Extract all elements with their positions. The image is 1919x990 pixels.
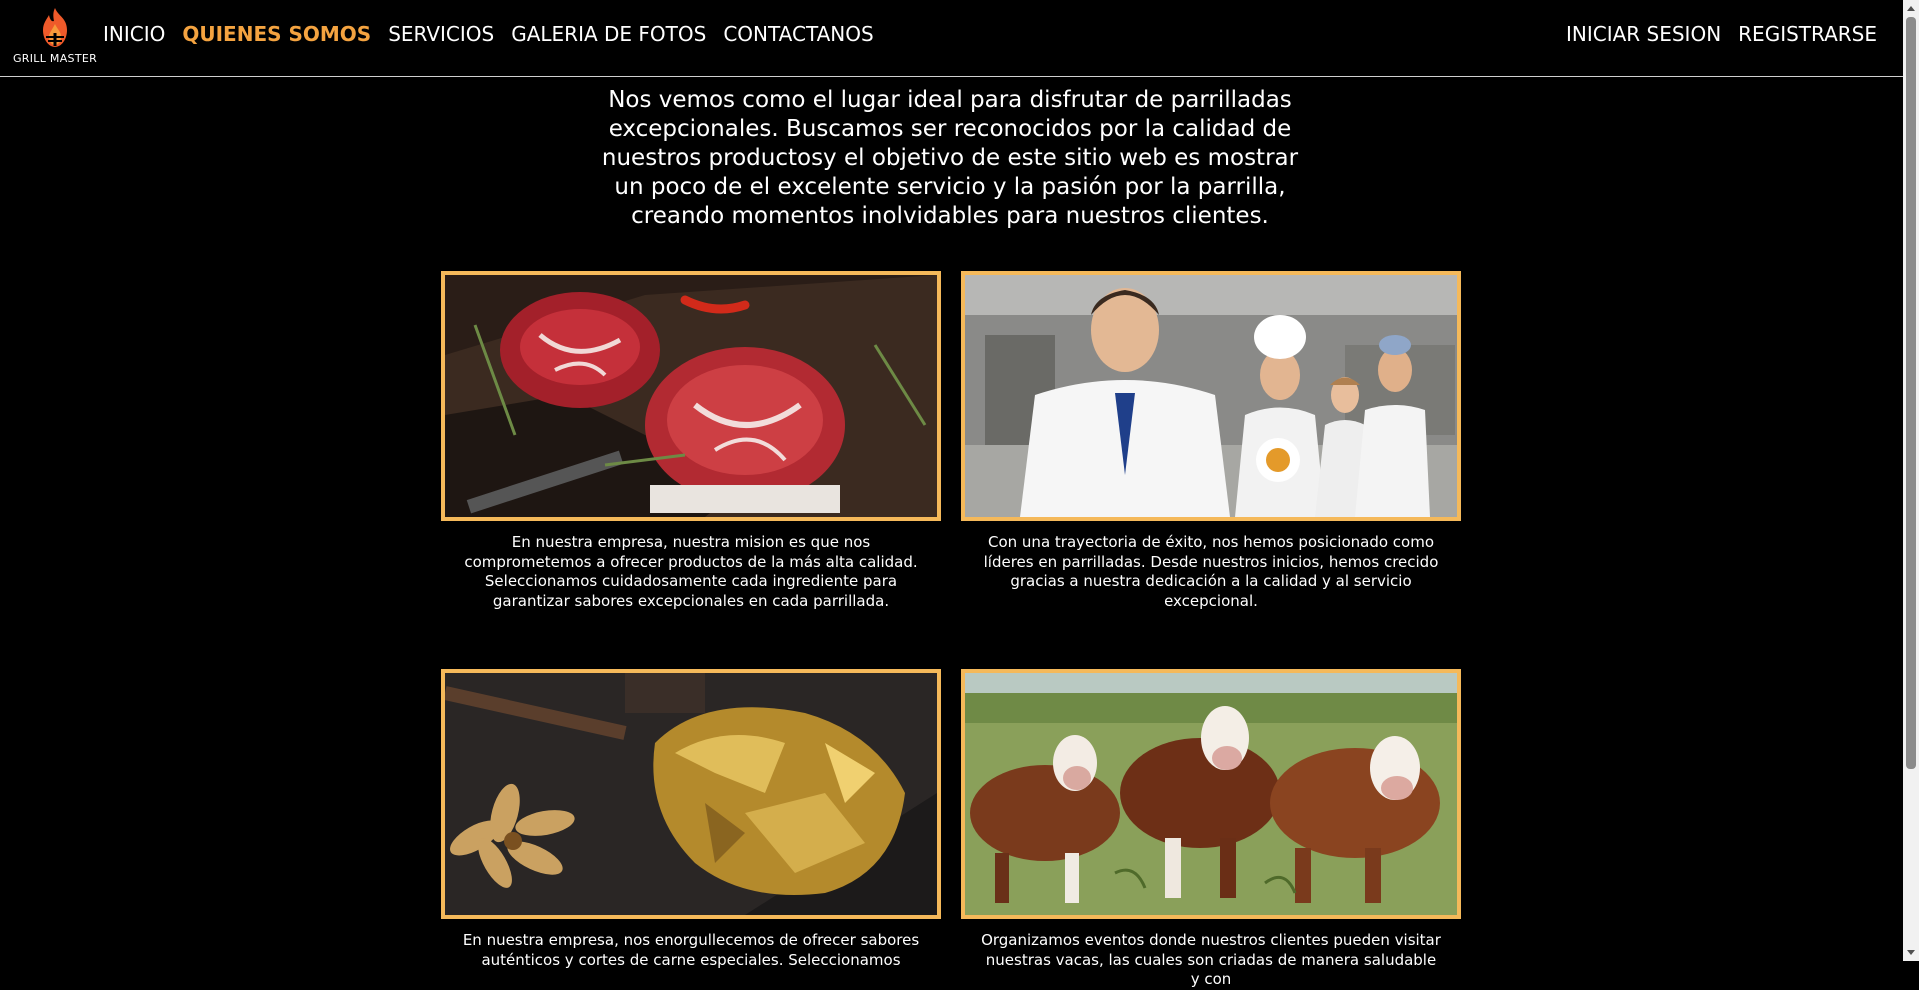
cattle-in-field-image — [965, 673, 1457, 915]
main-nav: INICIO QUIENES SOMOS SERVICIOS GALERIA D… — [103, 22, 874, 46]
card-text: Organizamos eventos donde nuestros clien… — [981, 931, 1441, 988]
nav-link-inicio[interactable]: INICIO — [103, 22, 165, 46]
intro-paragraph: Nos vemos como el lugar ideal para disfr… — [601, 87, 1299, 229]
auth-nav: INICIAR SESION REGISTRARSE — [1566, 22, 1877, 46]
card-text: Con una trayectoria de éxito, nos hemos … — [983, 533, 1439, 610]
card-image-frame — [961, 271, 1461, 521]
card-text: En nuestra empresa, nos enorgullecemos d… — [462, 931, 920, 969]
card-special-cuts: En nuestra empresa, nos enorgullecemos d… — [441, 669, 941, 970]
scroll-thumb[interactable] — [1906, 17, 1916, 769]
card-events: Organizamos eventos donde nuestros clien… — [961, 669, 1461, 990]
logo-text: GRILL MASTER — [12, 52, 98, 65]
card-image-frame — [441, 271, 941, 521]
card-text: En nuestra empresa, nuestra mision es qu… — [464, 533, 918, 610]
raw-steaks-image — [445, 275, 937, 517]
card-mission: En nuestra empresa, nuestra mision es qu… — [441, 271, 941, 611]
scroll-down-arrow-icon[interactable] — [1907, 950, 1915, 955]
chef-team-image — [965, 275, 1457, 517]
nav-link-servicios[interactable]: SERVICIOS — [388, 22, 494, 46]
card-image-frame — [441, 669, 941, 919]
logo[interactable]: GRILL MASTER — [12, 6, 98, 68]
register-link[interactable]: REGISTRARSE — [1738, 22, 1877, 46]
scroll-up-arrow-icon[interactable] — [1907, 6, 1915, 11]
card-image-frame — [961, 669, 1461, 919]
nav-link-quienes-somos[interactable]: QUIENES SOMOS — [182, 22, 371, 46]
nav-link-contactanos[interactable]: CONTACTANOS — [723, 22, 873, 46]
login-link[interactable]: INICIAR SESION — [1566, 22, 1721, 46]
card-history: Con una trayectoria de éxito, nos hemos … — [961, 271, 1461, 611]
page-scrollbar[interactable] — [1903, 0, 1919, 961]
nav-link-galeria-de-fotos[interactable]: GALERIA DE FOTOS — [511, 22, 706, 46]
top-navbar: GRILL MASTER INICIO QUIENES SOMOS SERVIC… — [0, 0, 1903, 77]
flame-grill-icon — [43, 8, 67, 47]
gold-wrapped-steak-image — [445, 673, 937, 915]
